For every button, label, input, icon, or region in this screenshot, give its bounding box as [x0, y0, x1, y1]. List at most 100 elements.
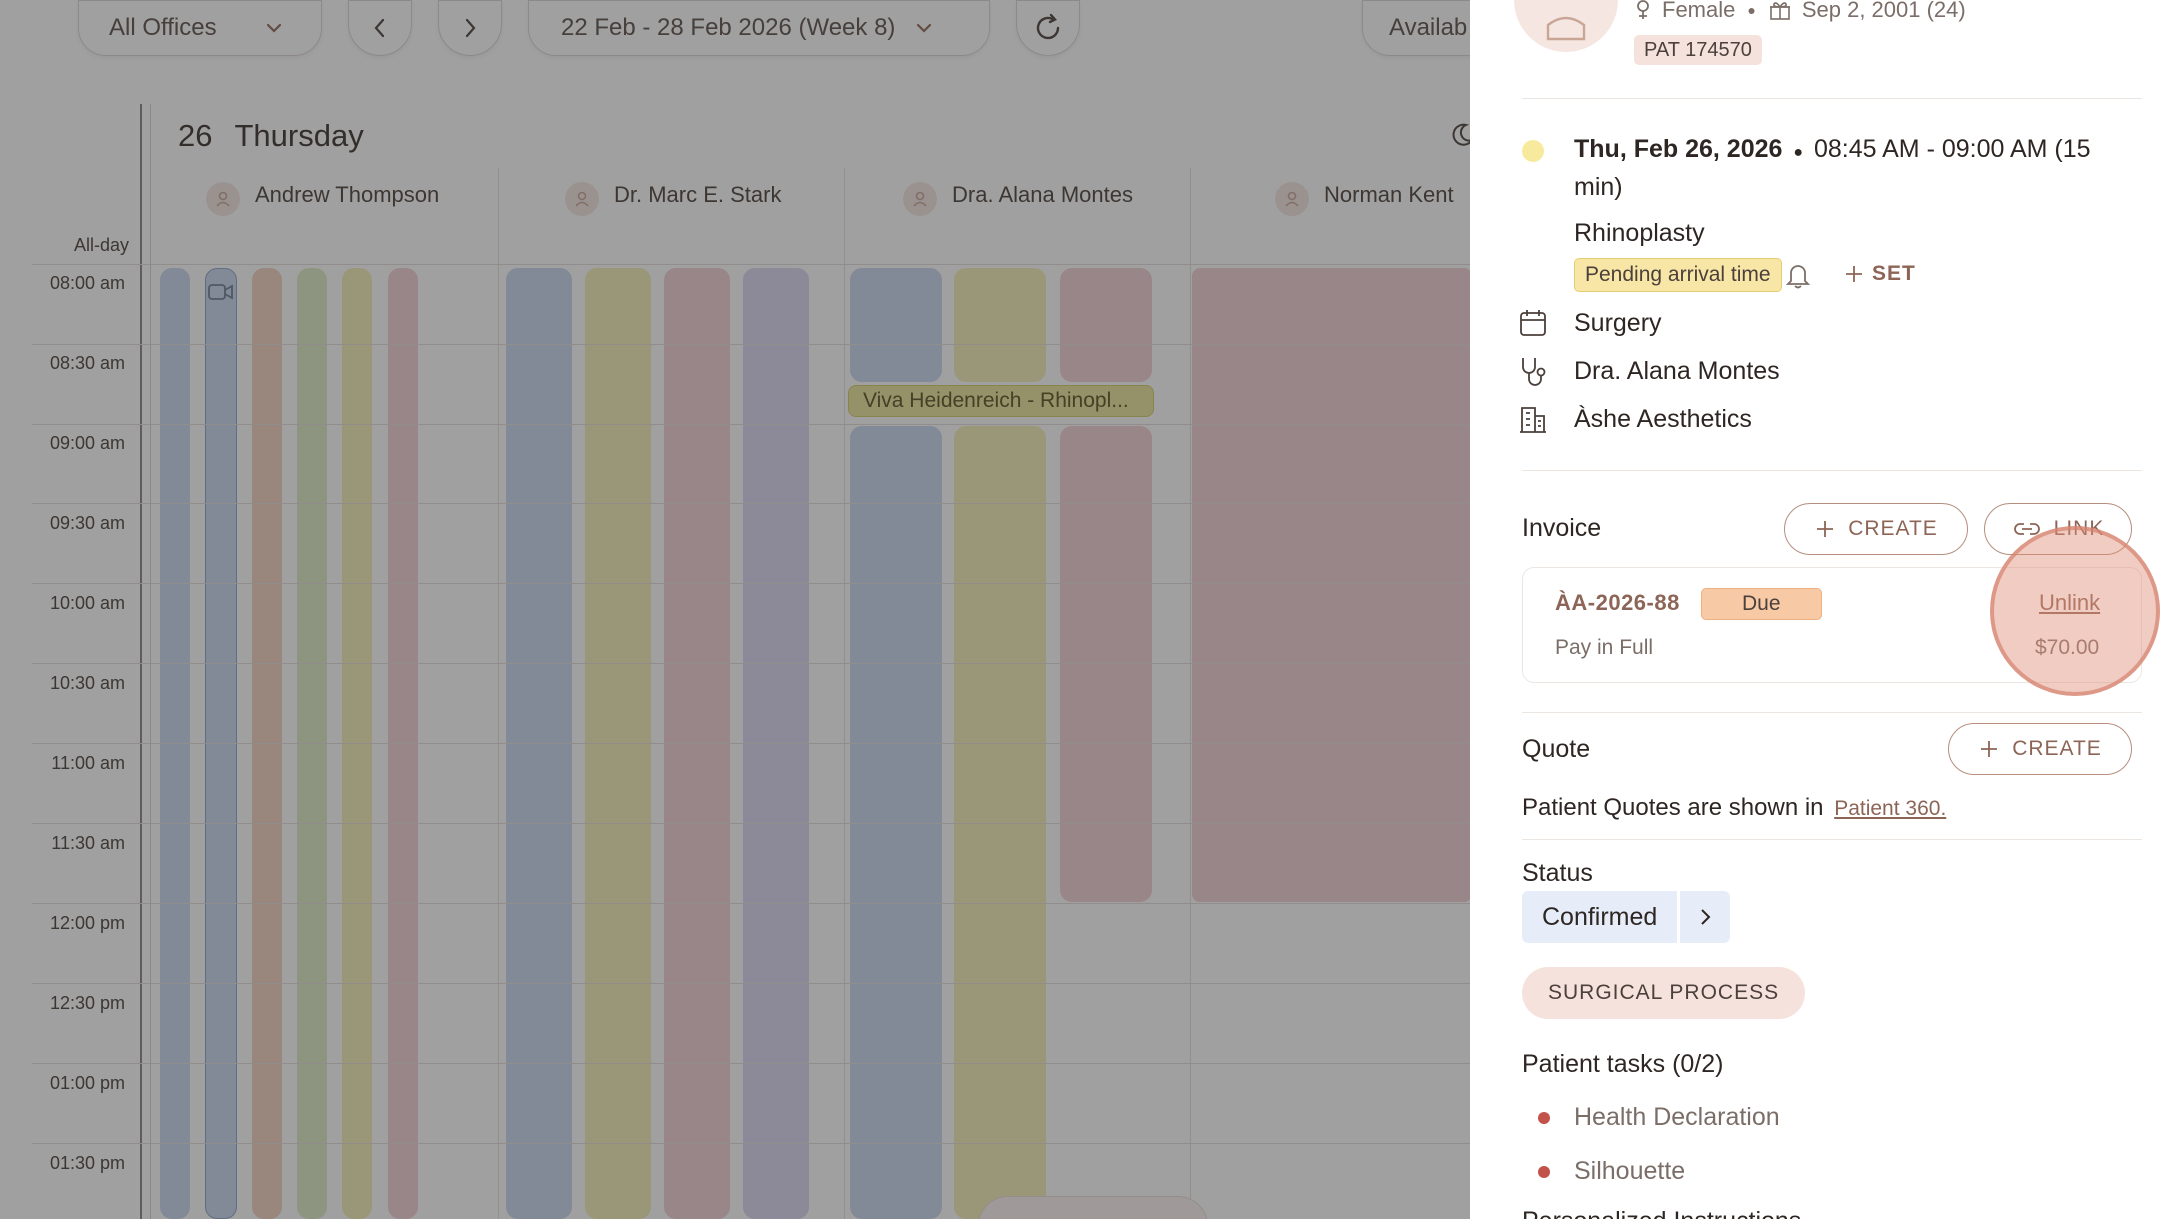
appointment-clinic: Àshe Aesthetics	[1574, 405, 1752, 433]
prev-week-button[interactable]	[348, 0, 412, 56]
grid-line	[32, 1143, 1470, 1144]
time-label: 12:00 pm	[49, 913, 125, 933]
user-icon	[575, 191, 589, 207]
plus-icon	[1981, 741, 1998, 757]
provider-column-header[interactable]: Andrew Thompson	[152, 168, 498, 266]
day-name: Thursday	[234, 118, 364, 153]
timeline-divider	[140, 104, 142, 1219]
grid-line	[32, 983, 1470, 984]
column-divider	[844, 168, 845, 1219]
user-icon	[1285, 191, 1299, 207]
appointment-doctor: Dra. Alana Montes	[1574, 357, 1780, 385]
appointment-detail-panel: Female ● Sep 2, 2001 (24) PAT 174570 Thu…	[1470, 0, 2182, 1219]
column-divider	[1190, 168, 1191, 1219]
building-icon	[1520, 407, 1546, 433]
time-label: 11:00 am	[51, 753, 125, 773]
grid-line	[32, 1063, 1470, 1064]
grid-line	[32, 424, 1470, 425]
day-title: 26 Thursday	[178, 118, 364, 154]
refresh-icon	[1036, 13, 1060, 40]
task-item[interactable]: Health Declaration	[1574, 1103, 1780, 1132]
next-week-button[interactable]	[438, 0, 502, 56]
timeline-divider-inner	[150, 104, 151, 1219]
divider	[1522, 839, 2142, 840]
availability-button[interactable]: Availab	[1362, 0, 1470, 56]
availability-block[interactable]	[1060, 426, 1152, 902]
user-icon	[216, 191, 230, 207]
plus-icon	[1846, 266, 1862, 282]
status-selector[interactable]: Confirmed	[1522, 891, 1731, 943]
quote-note: Patient Quotes are shown in Patient 360.	[1522, 794, 1946, 822]
avatar	[1275, 182, 1309, 216]
grid-line	[32, 503, 1470, 504]
moon-icon	[1452, 123, 1470, 146]
availability-block[interactable]	[1192, 268, 1470, 902]
bell-icon[interactable]	[1784, 260, 1812, 290]
surgical-process-chip[interactable]: SURGICAL PROCESS	[1522, 967, 1806, 1019]
time-label: 01:30 pm	[49, 1153, 125, 1173]
time-label: 08:30 am	[49, 353, 125, 373]
provider-name: Andrew Thompson	[255, 182, 440, 207]
grid-line	[32, 344, 1470, 345]
week-range-value: 22 Feb - 28 Feb 2026 (Week 8)	[561, 14, 896, 41]
invoice-payment-plan: Pay in Full	[1555, 636, 1654, 659]
provider-name: Norman Kent	[1324, 182, 1454, 207]
status-next-button[interactable]	[1680, 891, 1731, 943]
provider-column-header[interactable]: Dra. Alana Montes	[844, 168, 1190, 266]
separator-dot: ●	[1793, 144, 1804, 161]
invoice-number[interactable]: ÀA-2026-88	[1555, 590, 1680, 616]
provider-column-header[interactable]: Norman Kent	[1190, 168, 1470, 266]
patient-avatar	[1514, 0, 1618, 52]
appointment-duration: min)	[1574, 173, 1623, 201]
all-day-label: All-day	[74, 235, 130, 255]
time-label: 01:00 pm	[49, 1073, 125, 1093]
female-icon	[1637, 0, 1649, 19]
chevron-down-icon	[266, 23, 281, 33]
patient-id-badge: PAT 174570	[1634, 35, 1762, 65]
status-value[interactable]: Confirmed	[1522, 891, 1678, 943]
time-label: 08:00 am	[49, 273, 125, 293]
create-quote-button[interactable]: CREATE	[1948, 723, 2132, 775]
set-arrival-button[interactable]: SET	[1844, 262, 1916, 286]
divider	[1522, 98, 2142, 99]
availability-block[interactable]	[1060, 268, 1152, 382]
time-label: 09:00 am	[49, 433, 125, 453]
status-heading: Status	[1522, 859, 1593, 887]
calendar-icon	[1520, 310, 1546, 336]
time-label: 11:30 am	[51, 833, 125, 853]
bottom-floating-button[interactable]	[978, 1196, 1208, 1219]
create-quote-label: CREATE	[2012, 737, 2102, 760]
provider-name: Dr. Marc E. Stark	[614, 182, 782, 207]
plus-icon	[1817, 521, 1834, 537]
avatar	[903, 182, 937, 216]
grid-line	[32, 264, 1470, 265]
office-select-value: All Offices	[109, 14, 217, 41]
availability-label: Availab	[1389, 14, 1468, 41]
appointment-time: 08:45 AM - 09:00 AM (15	[1814, 135, 2091, 163]
appointment-event[interactable]: Viva Heidenreich - Rhinopl...	[848, 385, 1154, 417]
day-number: 26	[178, 118, 213, 153]
availability-block[interactable]	[954, 268, 1046, 382]
invoice-status-badge: Due	[1701, 588, 1822, 620]
appointment-category: Surgery	[1574, 309, 1662, 337]
task-status-dot	[1538, 1166, 1550, 1178]
quote-note-text: Patient Quotes are shown in	[1522, 794, 1824, 821]
task-item[interactable]: Silhouette	[1574, 1157, 1685, 1186]
appointment-procedure: Rhinoplasty	[1574, 219, 1705, 247]
time-label: 12:30 pm	[49, 993, 125, 1013]
gift-icon	[1769, 2, 1790, 20]
arrival-status-badge: Pending arrival time	[1574, 258, 1782, 292]
create-invoice-button[interactable]: CREATE	[1784, 503, 1968, 555]
refresh-button[interactable]	[1016, 0, 1080, 56]
chevron-right-icon	[1701, 909, 1711, 925]
week-range-select[interactable]: 22 Feb - 28 Feb 2026 (Week 8)	[528, 0, 990, 56]
column-divider	[498, 168, 499, 1219]
appointment-datetime: Thu, Feb 26, 2026 ● 08:45 AM - 09:00 AM …	[1574, 135, 2091, 164]
provider-column-header[interactable]: Dr. Marc E. Stark	[498, 168, 844, 266]
time-label: 10:00 am	[49, 593, 125, 613]
availability-block[interactable]	[850, 268, 942, 382]
patient-360-link[interactable]: Patient 360.	[1834, 797, 1946, 820]
divider	[1522, 712, 2142, 713]
patient-tasks-heading: Patient tasks (0/2)	[1522, 1050, 1724, 1078]
office-select[interactable]: All Offices	[78, 0, 322, 56]
